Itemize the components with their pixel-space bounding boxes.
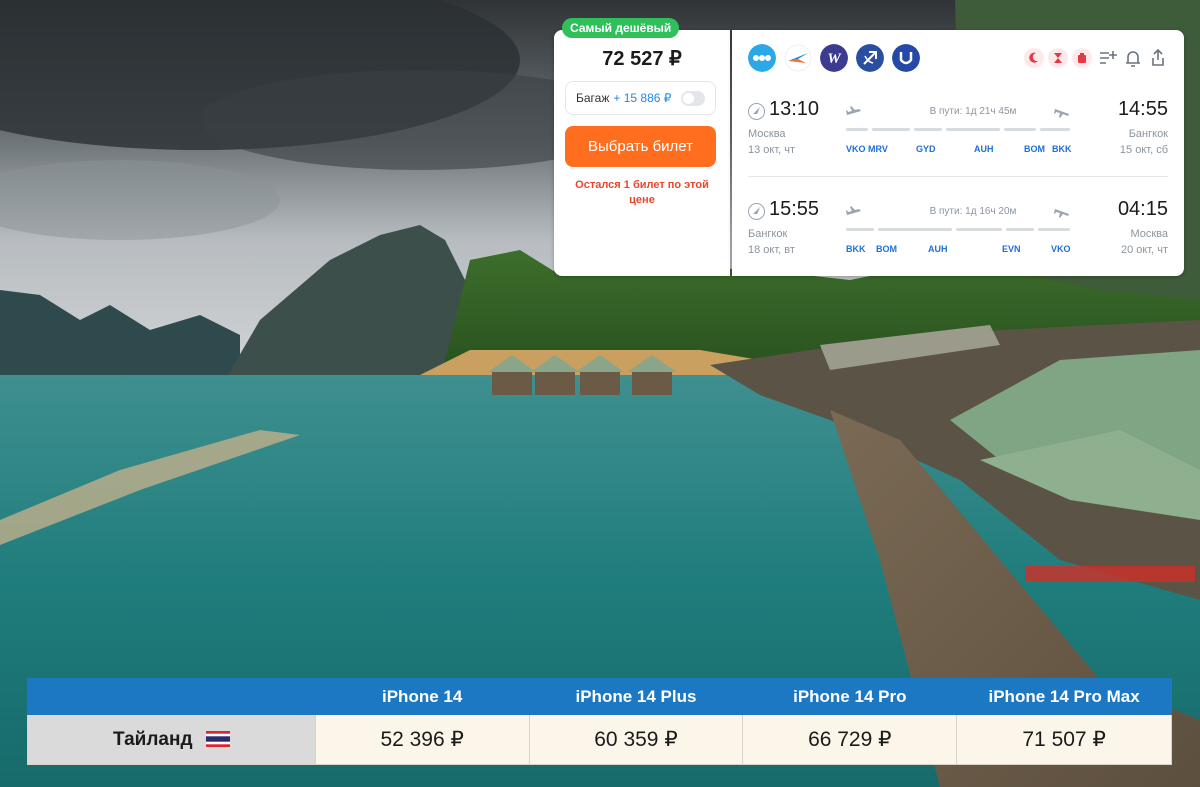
w-logo-icon: W <box>820 44 848 72</box>
airport-code[interactable]: VKO <box>846 144 866 154</box>
table-header-row: iPhone 14 iPhone 14 Plus iPhone 14 Pro i… <box>27 678 1172 715</box>
tickets-left-warning: Остался 1 билет по этой цене <box>575 179 709 206</box>
airport-code[interactable]: VKO <box>1051 244 1071 254</box>
dots-logo-icon <box>748 44 776 72</box>
column-header <box>27 678 316 715</box>
svg-text:W: W <box>827 51 842 67</box>
column-header: iPhone 14 Pro Max <box>956 678 1172 715</box>
add-list-icon[interactable] <box>1098 48 1118 68</box>
price-cell: 71 507 ₽ <box>956 714 1172 765</box>
departure-date: 13 окт, чт <box>748 144 796 156</box>
price-cell: 66 729 ₽ <box>742 714 958 765</box>
column-header: iPhone 14 Plus <box>528 678 744 715</box>
table-row: Тайланд 52 396 ₽ 60 359 ₽ 66 729 ₽ 71 50… <box>27 714 1172 765</box>
departure-date: 18 окт, вт <box>748 244 795 256</box>
luggage-icon <box>1072 48 1092 68</box>
country-name: Тайланд <box>112 728 193 750</box>
country-cell: Тайланд <box>27 714 316 765</box>
takeoff-plane-icon <box>846 206 861 215</box>
airport-code[interactable]: EVN <box>1002 244 1021 254</box>
price-cell: 52 396 ₽ <box>314 714 530 765</box>
flight-duration: В пути: 1д 21ч 45м <box>929 106 1017 117</box>
airport-code[interactable]: BOM <box>876 244 897 254</box>
route-track <box>846 128 1070 131</box>
airport-code[interactable]: AUH <box>974 144 994 154</box>
bell-icon[interactable] <box>1123 48 1143 68</box>
baggage-label: Багаж <box>576 91 610 105</box>
moon-icon <box>1024 48 1044 68</box>
column-header: iPhone 14 Pro <box>742 678 958 715</box>
airport-code[interactable]: BKK <box>846 244 866 254</box>
ticket-price: 72 527 ₽ <box>602 48 682 70</box>
departure-city: Москва <box>748 128 786 140</box>
takeoff-plane-icon <box>846 106 861 115</box>
thailand-flag-icon <box>205 731 230 748</box>
cheapest-badge: Самый дешёвый <box>562 18 680 38</box>
flight-duration: В пути: 1д 16ч 20м <box>929 206 1017 217</box>
baggage-toggle[interactable] <box>681 91 705 106</box>
arrival-city: Бангкок <box>1128 128 1168 140</box>
airport-code[interactable]: GYD <box>916 144 936 154</box>
landing-plane-icon <box>1054 209 1069 218</box>
arrival-city: Москва <box>1130 228 1168 240</box>
iphone-price-table: iPhone 14 iPhone 14 Plus iPhone 14 Pro i… <box>27 678 1172 765</box>
flight-details-panel: W 13:10 14:55 Москва 13 окт, чт Бангкок … <box>732 30 1184 276</box>
return-leg[interactable]: 15:55 04:15 Бангкок 18 окт, вт Москва 20… <box>748 196 1168 258</box>
arrival-date: 20 окт, чт <box>1120 244 1168 256</box>
outbound-leg[interactable]: 13:10 14:55 Москва 13 окт, чт Бангкок 15… <box>748 96 1168 158</box>
baggage-price: + 15 886 ₽ <box>613 91 672 105</box>
u-logo-icon <box>892 44 920 72</box>
airport-code[interactable]: MRV <box>868 144 888 154</box>
hourglass-icon <box>1048 48 1068 68</box>
departure-pin-icon <box>748 103 765 120</box>
select-ticket-button[interactable]: Выбрать билет <box>565 126 716 167</box>
landing-plane-icon <box>1054 109 1069 118</box>
price-cell: 60 359 ₽ <box>528 714 744 765</box>
departure-time: 15:55 <box>769 198 820 220</box>
airport-code[interactable]: BKK <box>1052 144 1072 154</box>
price-panel: Самый дешёвый 72 527 ₽ Багаж + 15 886 ₽ В… <box>554 18 730 276</box>
airport-code[interactable]: BOM <box>1024 144 1045 154</box>
departure-time: 13:10 <box>769 98 820 120</box>
airport-code[interactable]: AUH <box>928 244 948 254</box>
baggage-option[interactable]: Багаж + 15 886 ₽ <box>565 81 716 115</box>
route-track <box>846 228 1070 231</box>
departure-pin-icon <box>748 203 765 220</box>
arrival-date: 15 окт, сб <box>1119 144 1168 156</box>
archer-logo-icon <box>856 44 884 72</box>
column-header: iPhone 14 <box>314 678 530 715</box>
legs-divider <box>748 176 1168 177</box>
flight-ticket-card: Самый дешёвый 72 527 ₽ Багаж + 15 886 ₽ В… <box>554 18 1184 276</box>
swallow-logo-icon <box>784 44 812 72</box>
arrival-time: 14:55 <box>1117 98 1168 120</box>
arrival-time: 04:15 <box>1117 198 1168 220</box>
departure-city: Бангкок <box>748 228 788 240</box>
share-icon[interactable] <box>1148 48 1168 68</box>
